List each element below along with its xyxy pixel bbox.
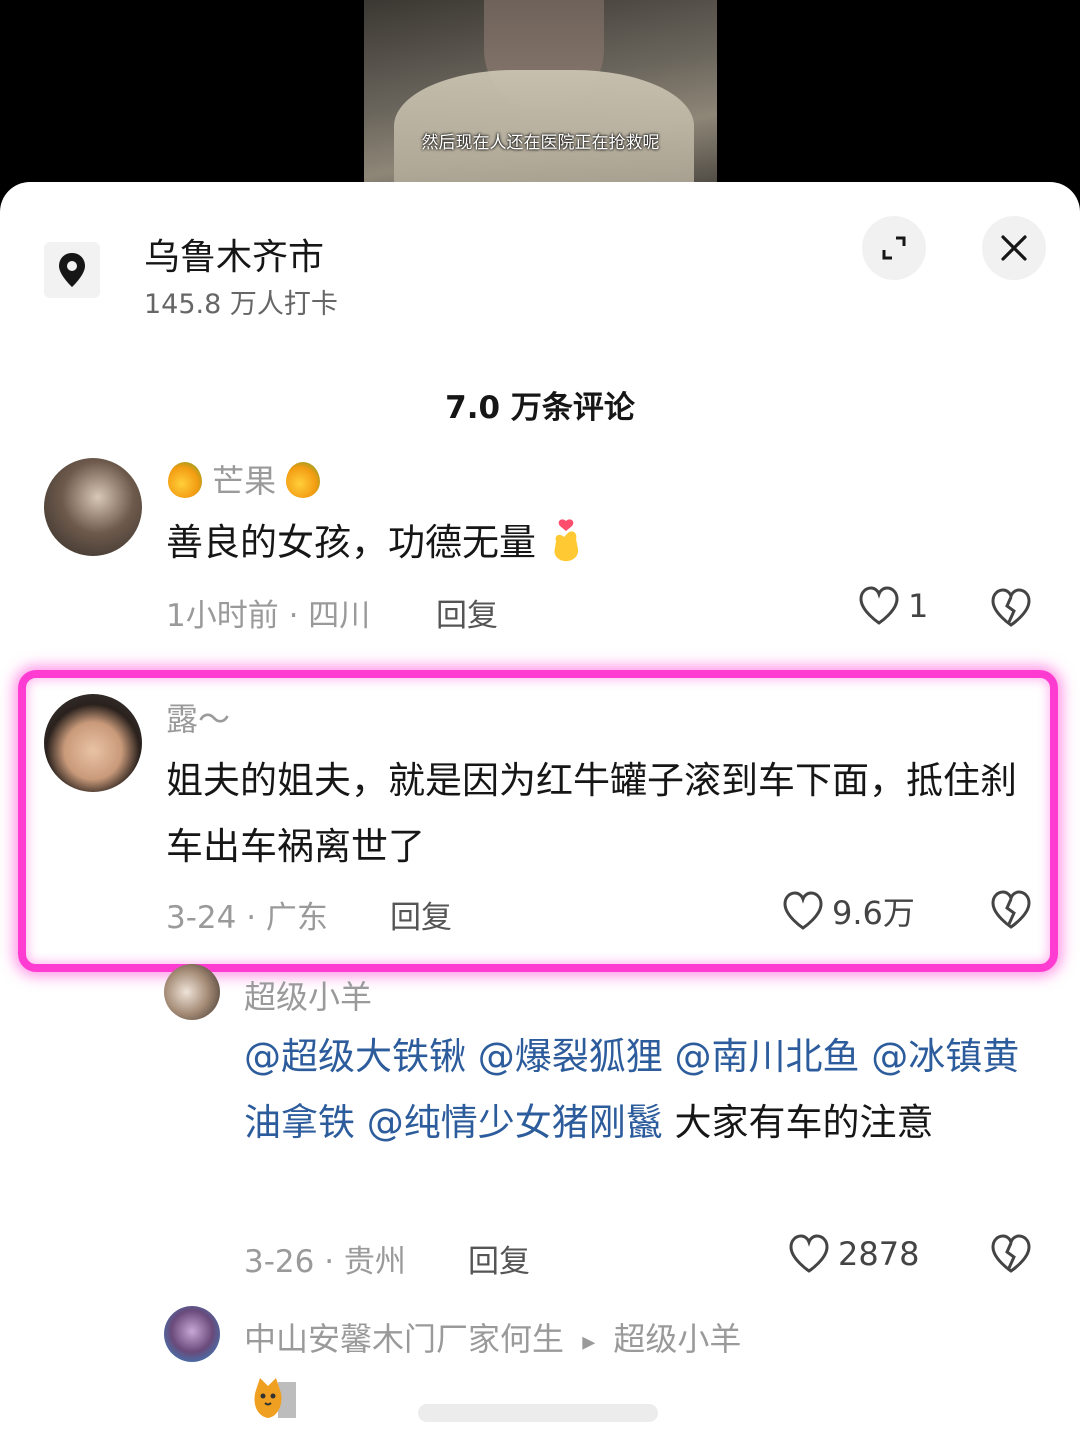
mention-link[interactable]: @纯情少女猪刚鬣 bbox=[367, 1101, 663, 1144]
location-checkins: 145.8 万人打卡 bbox=[144, 289, 338, 320]
heart-icon bbox=[859, 586, 899, 625]
heart-icon bbox=[789, 1234, 829, 1273]
reply-text: @超级大铁锹 @爆裂狐狸 @南川北鱼 @冰镇黄油拿铁 @纯情少女猪刚鬣 大家有车… bbox=[244, 1035, 1020, 1144]
expand-icon bbox=[882, 236, 906, 260]
like-count: 2878 bbox=[838, 1235, 920, 1273]
comments-sheet: 乌鲁木齐市 145.8 万人打卡 7.0 万条评论 芒果 善良的女孩，功德无量 … bbox=[0, 182, 1080, 1440]
comment-username[interactable]: 芒果 bbox=[168, 456, 321, 502]
video-frame[interactable]: 然后现在人还在医院正在抢救呢 bbox=[364, 0, 717, 190]
avatar[interactable] bbox=[164, 1306, 220, 1362]
like-button[interactable]: 2878 bbox=[788, 1234, 919, 1274]
watermark bbox=[418, 1404, 658, 1422]
close-button[interactable] bbox=[982, 216, 1046, 280]
dislike-button[interactable] bbox=[990, 1234, 1032, 1278]
mango-emoji bbox=[286, 462, 321, 498]
location-pin-icon bbox=[44, 242, 100, 298]
reply-username[interactable]: 中山安馨木门厂家何生 ▸ 超级小羊 bbox=[244, 1314, 741, 1360]
avatar[interactable] bbox=[44, 458, 142, 556]
location-title: 乌鲁木齐市 bbox=[144, 237, 325, 278]
like-button[interactable]: 1 bbox=[858, 586, 928, 626]
broken-heart-icon bbox=[991, 1234, 1031, 1273]
expand-button[interactable] bbox=[862, 216, 926, 280]
reply-username[interactable]: 超级小羊 bbox=[244, 972, 372, 1018]
reply-button[interactable]: 回复 bbox=[436, 590, 498, 635]
highlight-frame bbox=[18, 670, 1058, 972]
comment-text: 善良的女孩，功德无量 bbox=[166, 510, 584, 576]
avatar[interactable] bbox=[164, 964, 220, 1020]
comment-count: 7.0 万条评论 bbox=[445, 390, 635, 426]
mention-link[interactable]: @超级大铁锹 bbox=[244, 1035, 466, 1078]
like-count: 1 bbox=[908, 587, 929, 625]
cat-sticker bbox=[250, 1372, 298, 1424]
reply-time-location: 3-26 · 贵州 bbox=[244, 1244, 406, 1280]
video-subtitle: 然后现在人还在医院正在抢救呢 bbox=[421, 133, 660, 153]
mention-link[interactable]: @爆裂狐狸 bbox=[478, 1035, 663, 1078]
reply-arrow-icon: ▸ bbox=[582, 1327, 596, 1357]
comment-time-location: 1小时前 · 四川 bbox=[166, 598, 371, 634]
broken-heart-icon bbox=[991, 588, 1031, 627]
dislike-button[interactable] bbox=[990, 588, 1032, 632]
video-player[interactable]: 然后现在人还在医院正在抢救呢 bbox=[0, 0, 1080, 200]
reply-button[interactable]: 回复 bbox=[468, 1236, 530, 1281]
mention-link[interactable]: @南川北鱼 bbox=[675, 1035, 860, 1078]
finger-heart-emoji bbox=[548, 518, 584, 562]
close-icon bbox=[1001, 235, 1027, 261]
mango-emoji bbox=[168, 462, 202, 498]
